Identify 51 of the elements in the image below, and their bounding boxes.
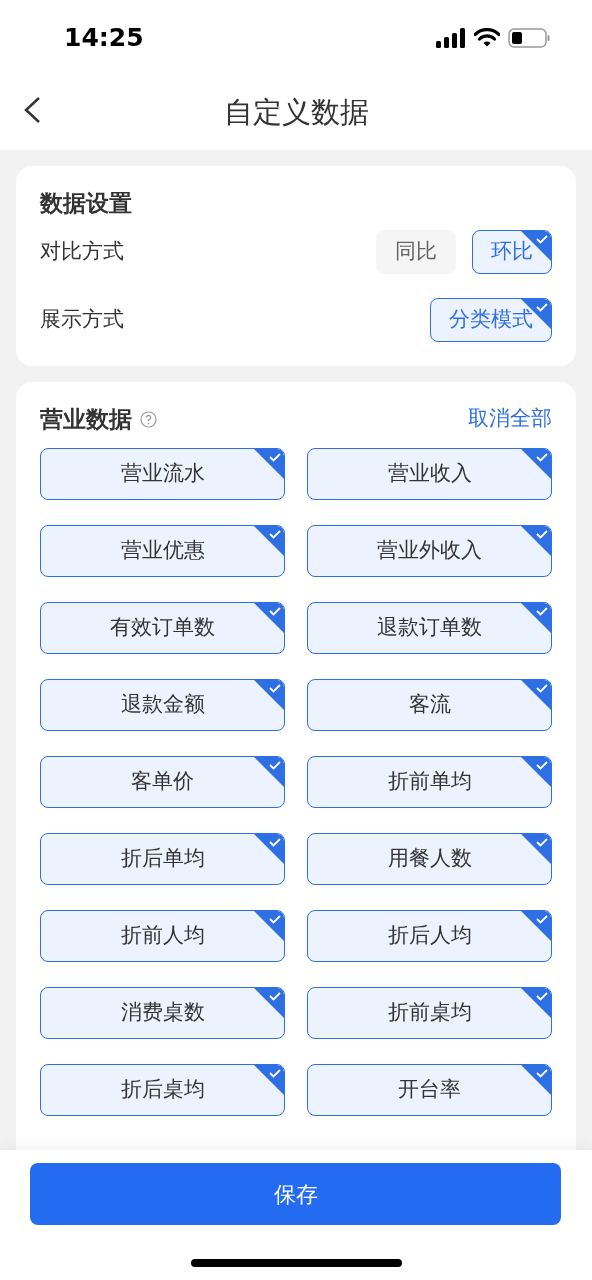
option-chip[interactable]: 营业收入 <box>307 448 552 500</box>
option-chip[interactable]: 同比 <box>376 230 456 274</box>
check-corner-icon <box>254 834 284 864</box>
option-chip[interactable]: 营业流水 <box>40 448 285 500</box>
battery-icon <box>508 27 550 48</box>
option-chip[interactable]: 开台率 <box>307 1064 552 1116</box>
option-chip[interactable]: 退款订单数 <box>307 602 552 654</box>
check-corner-icon <box>254 603 284 633</box>
option-chip[interactable]: 折前人均 <box>40 910 285 962</box>
check-corner-icon <box>521 834 551 864</box>
option-chip[interactable]: 分类模式 <box>430 298 552 342</box>
option-chip[interactable]: 折前单均 <box>307 756 552 808</box>
check-corner-icon <box>521 988 551 1018</box>
check-corner-icon <box>521 526 551 556</box>
option-chip[interactable]: 客流 <box>307 679 552 731</box>
option-chip[interactable]: 用餐人数 <box>307 833 552 885</box>
check-corner-icon <box>521 680 551 710</box>
option-chip[interactable]: 折后单均 <box>40 833 285 885</box>
check-corner-icon <box>521 1065 551 1095</box>
option-chip[interactable]: 消费桌数 <box>40 987 285 1039</box>
check-corner-icon <box>521 757 551 787</box>
option-chip[interactable]: 折后桌均 <box>40 1064 285 1116</box>
check-corner-icon <box>254 680 284 710</box>
check-corner-icon <box>254 526 284 556</box>
setting-label: 展示方式 <box>40 306 124 334</box>
save-button[interactable]: 保存 <box>30 1163 561 1225</box>
help-icon[interactable] <box>140 410 157 428</box>
option-chip[interactable]: 折后人均 <box>307 910 552 962</box>
check-corner-icon <box>521 449 551 479</box>
check-corner-icon <box>521 603 551 633</box>
section-title: 数据设置 <box>40 189 133 218</box>
section-title: 营业数据 <box>40 404 132 434</box>
option-chip[interactable]: 客单价 <box>40 756 285 808</box>
check-corner-icon <box>254 911 284 941</box>
wifi-icon <box>474 28 500 47</box>
option-chip[interactable]: 营业优惠 <box>40 525 285 577</box>
signal-icon <box>436 27 466 48</box>
check-corner-icon <box>254 1065 284 1095</box>
setting-label: 对比方式 <box>40 238 124 266</box>
check-corner-icon <box>254 757 284 787</box>
status-time: 14:25 <box>64 21 144 54</box>
option-chip[interactable]: 折前桌均 <box>307 987 552 1039</box>
cancel-all-link[interactable]: 取消全部 <box>468 403 552 435</box>
check-corner-icon <box>254 449 284 479</box>
page-title: 自定义数据 <box>223 93 369 131</box>
check-corner-icon <box>254 988 284 1018</box>
option-chip[interactable]: 环比 <box>472 230 552 274</box>
option-chip[interactable]: 退款金额 <box>40 679 285 731</box>
option-chip[interactable]: 营业外收入 <box>307 525 552 577</box>
check-corner-icon <box>521 911 551 941</box>
option-chip[interactable]: 有效订单数 <box>40 602 285 654</box>
